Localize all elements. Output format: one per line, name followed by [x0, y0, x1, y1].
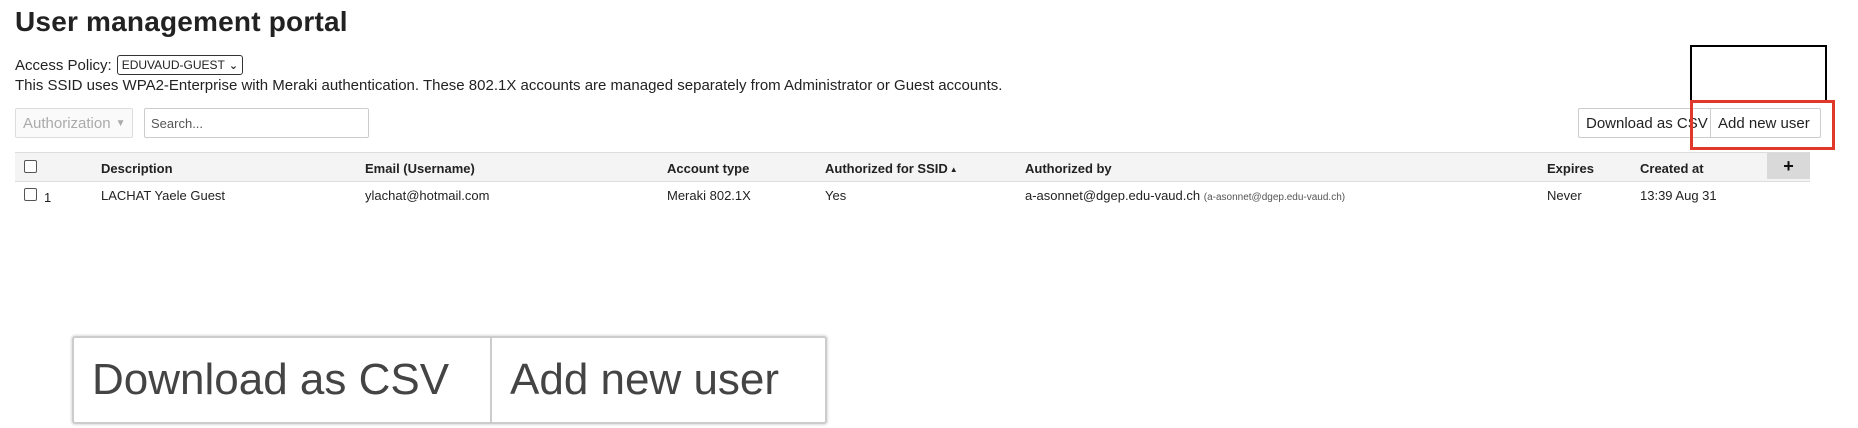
authorized-by-sub: (a-asonnet@dgep.edu-vaud.ch)	[1203, 192, 1346, 203]
header-expires[interactable]: Expires	[1547, 161, 1594, 176]
sort-up-icon: ▲	[949, 165, 958, 174]
access-policy-value: EDUVAUD-GUEST	[121, 58, 225, 72]
header-authorized-for-ssid-label: Authorized for SSID	[825, 161, 948, 176]
header-description[interactable]: Description	[101, 161, 173, 176]
cell-email: ylachat@hotmail.com	[365, 188, 490, 203]
add-column-button[interactable]: +	[1767, 153, 1810, 179]
users-table: Description Email (Username) Account typ…	[15, 152, 1810, 207]
authorization-dropdown-label: Authorization	[23, 114, 111, 132]
access-policy-row: Access Policy: EDUVAUD-GUEST ⌄	[15, 55, 244, 75]
access-policy-label: Access Policy:	[15, 56, 112, 74]
cell-expires: Never	[1547, 188, 1582, 203]
table-header: Description Email (Username) Account typ…	[15, 152, 1810, 182]
zoomed-add-new-user-button: Add new user	[490, 336, 827, 424]
page-title: User management portal	[15, 6, 348, 37]
cell-description: LACHAT Yaele Guest	[101, 188, 226, 203]
zoomed-button-group: Download as CSV Add new user	[72, 336, 827, 424]
header-authorized-by[interactable]: Authorized by	[1025, 161, 1112, 176]
header-account-type[interactable]: Account type	[667, 161, 749, 176]
caret-down-icon: ▼	[115, 117, 126, 129]
select-all-checkbox[interactable]	[24, 160, 37, 173]
row-index: 1	[44, 190, 52, 205]
cell-created-at: 13:39 Aug 31	[1640, 188, 1717, 203]
cell-authorized-by: a-asonnet@dgep.edu-vaud.ch (a-asonnet@dg…	[1025, 188, 1345, 203]
authorization-dropdown[interactable]: Authorization ▼	[15, 108, 133, 138]
ssid-description: This SSID uses WPA2-Enterprise with Mera…	[15, 77, 1003, 94]
header-created-at[interactable]: Created at	[1640, 161, 1704, 176]
search-input[interactable]	[144, 108, 369, 138]
chevron-down-icon: ⌄	[228, 59, 239, 72]
access-policy-select[interactable]: EDUVAUD-GUEST ⌄	[116, 55, 244, 75]
table-row[interactable]: 1 LACHAT Yaele Guest ylachat@hotmail.com…	[15, 182, 1810, 207]
cell-account-type: Meraki 802.1X	[667, 188, 751, 203]
row-checkbox[interactable]	[24, 188, 37, 201]
zoomed-download-csv-button: Download as CSV	[72, 336, 492, 424]
highlight-box-black	[1690, 45, 1827, 102]
header-authorized-for-ssid[interactable]: Authorized for SSID ▲	[825, 161, 958, 176]
authorized-by-email: a-asonnet@dgep.edu-vaud.ch	[1025, 188, 1201, 203]
cell-authorized-for-ssid: Yes	[825, 188, 847, 203]
header-email[interactable]: Email (Username)	[365, 161, 475, 176]
highlight-box-red	[1690, 100, 1835, 150]
